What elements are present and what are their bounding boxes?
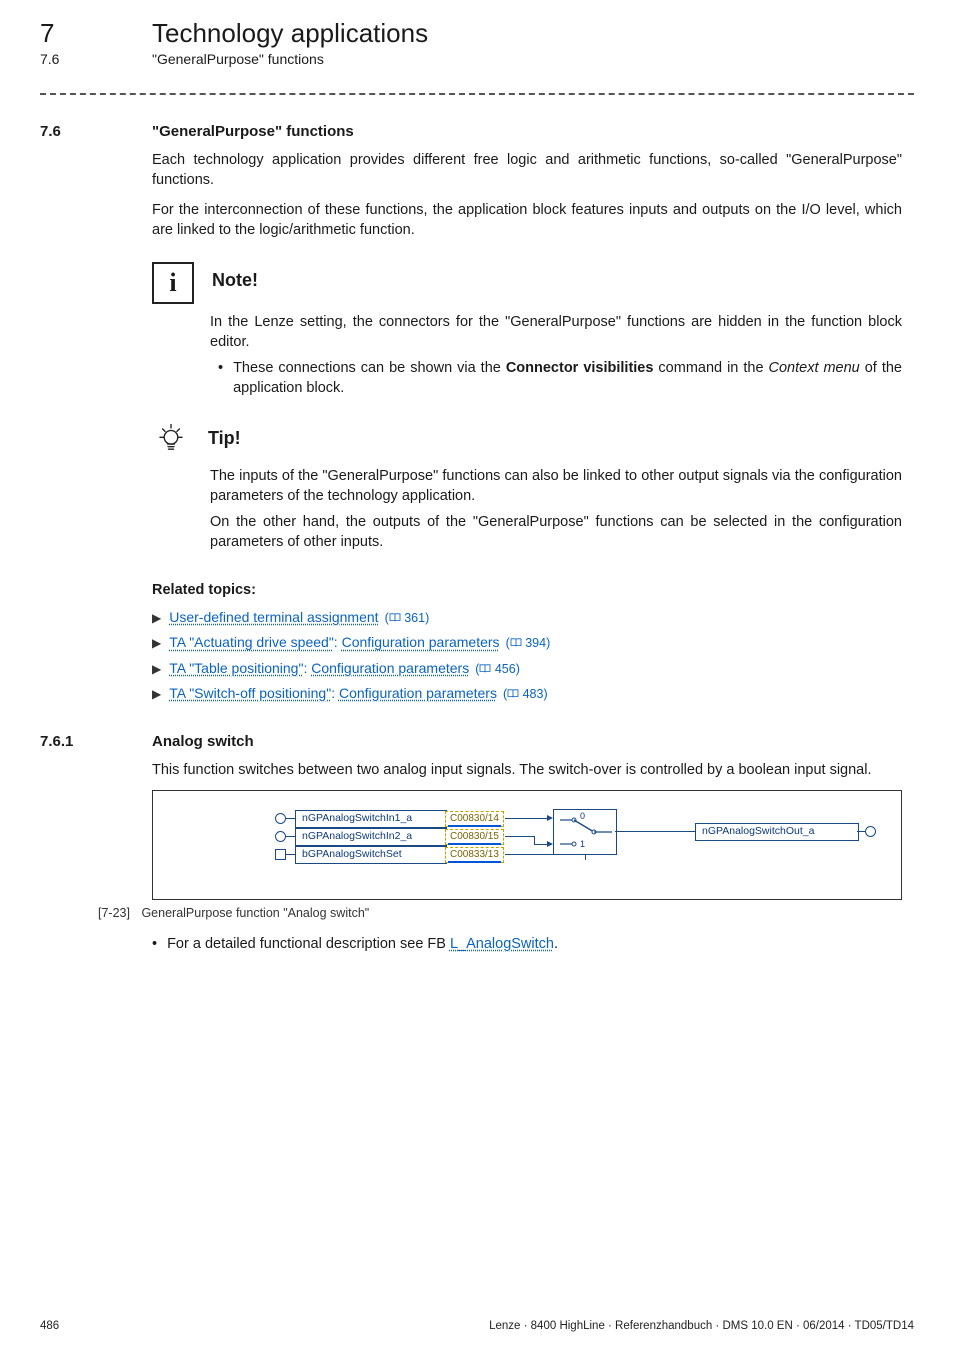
diagram-label-in1: nGPAnalogSwitchIn1_a [295, 810, 447, 828]
section-header: 7.6 "GeneralPurpose" functions [40, 51, 914, 67]
figure-caption: [7-23] GeneralPurpose function "Analog s… [98, 906, 914, 920]
info-icon: i [152, 262, 194, 304]
diagram-code-1: C00830/14 [445, 811, 504, 827]
section-7-6-title: "GeneralPurpose" functions [152, 123, 354, 140]
chapter-title: Technology applications [152, 18, 428, 49]
analog-switch-diagram: nGPAnalogSwitchIn1_a nGPAnalogSwitchIn2_… [152, 790, 902, 900]
related-link-4[interactable]: Configuration parameters [339, 685, 497, 701]
diagram-label-in2: nGPAnalogSwitchIn2_a [295, 828, 447, 846]
triangle-icon: ▶ [152, 661, 161, 678]
triangle-icon: ▶ [152, 686, 161, 703]
related-prelink-4[interactable]: TA "Switch-off positioning" [169, 685, 331, 701]
section-7-6-1-heading: 7.6.1 Analog switch [40, 733, 914, 750]
diagram-port-out [865, 826, 876, 837]
related-heading: Related topics: [152, 580, 902, 600]
section-7-6-num: 7.6 [40, 123, 110, 140]
related-item-1: ▶ User-defined terminal assignment ( 361… [152, 608, 902, 627]
bullet-icon: • [152, 934, 157, 954]
tip-p1: The inputs of the "GeneralPurpose" funct… [210, 466, 902, 506]
bullet-icon: • [218, 358, 223, 398]
chapter-number: 7 [40, 18, 110, 49]
page-footer: 486 Lenze · 8400 HighLine · Referenzhand… [40, 1320, 914, 1332]
related-link-2[interactable]: Configuration parameters [342, 634, 500, 650]
section-7-6-heading: 7.6 "GeneralPurpose" functions [40, 123, 914, 140]
separator [40, 93, 914, 95]
diagram-code-3: C00833/13 [445, 847, 504, 863]
diagram-label-out: nGPAnalogSwitchOut_a [695, 823, 859, 841]
post-fig-text: For a detailed functional description se… [167, 934, 558, 954]
triangle-icon: ▶ [152, 635, 161, 652]
diagram-switch-box: 0 1 [553, 809, 617, 855]
related-page-1[interactable]: ( 361) [385, 610, 430, 627]
post-fig-bullet: • For a detailed functional description … [152, 934, 902, 954]
note-title: Note! [212, 268, 258, 293]
chapter-header: 7 Technology applications [40, 18, 914, 49]
tip-p2: On the other hand, the outputs of the "G… [210, 512, 902, 552]
triangle-icon: ▶ [152, 610, 161, 627]
related-page-3[interactable]: ( 456) [475, 661, 520, 678]
tip-callout: Tip! [152, 420, 902, 458]
note-bullet: • These connections can be shown via the… [218, 358, 902, 398]
fb-link[interactable]: L_AnalogSwitch [450, 936, 554, 952]
related-prelink-3[interactable]: TA "Table positioning" [169, 660, 303, 676]
lightbulb-icon [152, 420, 190, 458]
note-callout: i Note! [152, 262, 902, 304]
related-list: ▶ User-defined terminal assignment ( 361… [152, 608, 902, 703]
diagram-index-0: 0 [580, 810, 585, 822]
tip-body: The inputs of the "GeneralPurpose" funct… [210, 466, 902, 552]
related-link-3[interactable]: Configuration parameters [311, 660, 469, 676]
figure-text: GeneralPurpose function "Analog switch" [141, 906, 369, 920]
diagram-index-1: 1 [580, 838, 585, 850]
section-title: "GeneralPurpose" functions [152, 51, 324, 67]
note-body: In the Lenze setting, the connectors for… [210, 312, 902, 398]
section-7-6-1-num: 7.6.1 [40, 733, 110, 750]
section-7-6-1-title: Analog switch [152, 733, 254, 750]
related-item-2: ▶ TA "Actuating drive speed": Configurat… [152, 633, 902, 652]
note-p1: In the Lenze setting, the connectors for… [210, 312, 902, 352]
sec-7-6-p1: Each technology application provides dif… [152, 150, 902, 190]
related-item-4: ▶ TA "Switch-off positioning": Configura… [152, 684, 902, 703]
diagram-label-set: bGPAnalogSwitchSet [295, 846, 447, 864]
section-number: 7.6 [40, 51, 110, 67]
figure-number: [7-23] [98, 906, 130, 920]
related-item-3: ▶ TA "Table positioning": Configuration … [152, 659, 902, 678]
related-link-1[interactable]: User-defined terminal assignment [169, 608, 378, 627]
tip-title: Tip! [208, 426, 241, 451]
related-page-4[interactable]: ( 483) [503, 686, 548, 703]
related-prelink-2[interactable]: TA "Actuating drive speed" [169, 634, 334, 650]
diagram-code-2: C00830/15 [445, 829, 504, 845]
doc-id: Lenze · 8400 HighLine · Referenzhandbuch… [489, 1320, 914, 1332]
related-page-2[interactable]: ( 394) [506, 635, 551, 652]
page-number: 486 [40, 1320, 59, 1332]
sec-7-6-p2: For the interconnection of these functio… [152, 200, 902, 240]
note-bullet-text: These connections can be shown via the C… [233, 358, 902, 398]
sec-7-6-1-p1: This function switches between two analo… [152, 760, 902, 780]
